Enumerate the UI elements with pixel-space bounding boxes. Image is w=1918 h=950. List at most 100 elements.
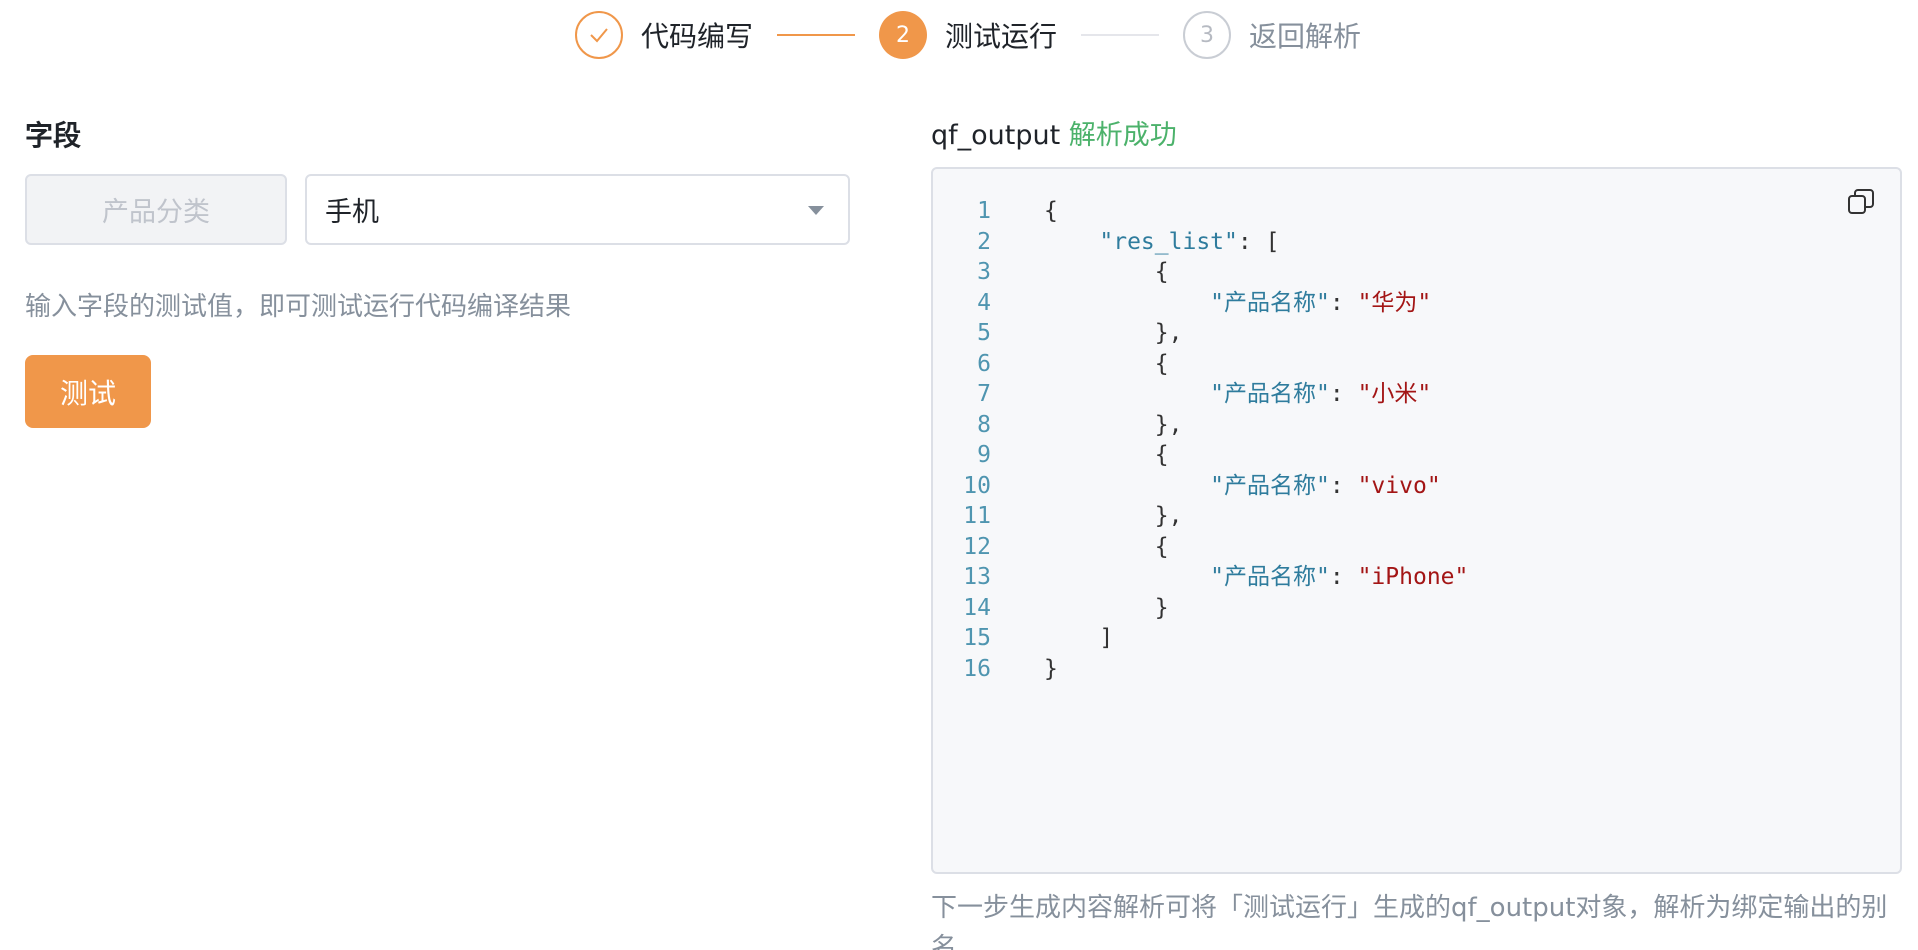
code-token: : [ (1237, 228, 1280, 255)
step-3-label: 返回解析 (1249, 20, 1362, 53)
code-token: { (1044, 198, 1058, 224)
step-3-circle: 3 (1183, 11, 1232, 59)
fields-title: 字段 (25, 119, 82, 152)
code-line: 4 "产品名称": "华为" (933, 288, 1468, 319)
output-name: qf_output (931, 120, 1061, 151)
code-line: 1{ (933, 196, 1468, 227)
code-token: ] (1044, 625, 1114, 651)
code-viewer[interactable]: 1{2 "res_list": [3 {4 "产品名称": "华为" 5 }, 6 … (931, 167, 1902, 874)
code-line: 5 }, (933, 318, 1468, 349)
code-line: 8 }, (933, 410, 1468, 441)
code-line: 15 ] (933, 623, 1468, 654)
output-status: 解析成功 (1068, 120, 1177, 151)
line-number: 12 (963, 533, 991, 560)
code-line: 6 { (933, 349, 1468, 380)
code-line: 7 "产品名称": "小米" (933, 379, 1468, 410)
line-number: 15 (963, 625, 991, 651)
code-line: 3 { (933, 257, 1468, 288)
step-test-run[interactable]: 2 测试运行 (879, 11, 1057, 59)
field-value-selected: 手机 (325, 197, 379, 228)
line-number: 10 (963, 472, 991, 499)
stepper: 代码编写 2 测试运行 3 返回解析 (575, 10, 1361, 60)
line-number: 8 (977, 411, 991, 438)
line-code: "产品名称": "小米" (991, 379, 1431, 410)
code-token: }, (1044, 503, 1183, 529)
code-line: 9 { (933, 440, 1468, 471)
line-code: { (991, 257, 1169, 288)
code-token: } (1044, 655, 1058, 682)
code-token: { (1044, 350, 1169, 377)
code-token: "产品名称" (1210, 564, 1330, 590)
output-footnote: 下一步生成内容解析可将「测试运行」生成的qf_output对象，解析为绑定输出的… (931, 893, 1888, 950)
step-code-writing[interactable]: 代码编写 (575, 11, 753, 59)
line-code: }, (991, 410, 1183, 441)
step-1-circle (575, 11, 623, 59)
line-code: { (991, 196, 1058, 227)
field-hint: 输入字段的测试值，即可测试运行代码编译结果 (25, 292, 572, 322)
line-code: { (991, 349, 1169, 380)
code-token: : (1329, 381, 1358, 407)
line-code: { (991, 440, 1169, 471)
line-number: 14 (963, 594, 991, 621)
line-code: ] (991, 623, 1113, 654)
code-line: 11 }, (933, 501, 1468, 532)
step-2-circle: 2 (879, 11, 928, 59)
code-token: } (1044, 594, 1169, 621)
code-token: "产品名称" (1210, 289, 1330, 316)
code-token: "vivo" (1357, 472, 1441, 499)
line-number: 1 (977, 198, 991, 224)
field-key-input: 产品分类 (25, 174, 287, 245)
code-token: "小米" (1357, 381, 1432, 407)
code-lines: 1{2 "res_list": [3 {4 "产品名称": "华为" 5 }, 6 … (933, 196, 1468, 684)
line-number: 7 (977, 381, 991, 407)
code-token: : (1329, 472, 1358, 499)
line-code: "产品名称": "vivo" (991, 471, 1441, 502)
code-line: 2 "res_list": [ (933, 227, 1468, 258)
line-code: } (991, 593, 1169, 624)
test-button[interactable]: 测试 (25, 355, 151, 428)
line-number: 16 (963, 655, 991, 682)
line-number: 2 (977, 228, 991, 255)
code-line: 14 } (933, 593, 1468, 624)
step-connector-1 (777, 34, 856, 36)
code-token: { (1044, 259, 1169, 285)
line-number: 11 (963, 503, 991, 529)
code-token: : (1329, 564, 1358, 590)
code-token: "华为" (1357, 289, 1432, 316)
code-token: "产品名称" (1210, 381, 1330, 407)
line-number: 13 (963, 564, 991, 590)
line-number: 3 (977, 259, 991, 285)
code-token: : (1329, 289, 1358, 316)
code-token: }, (1044, 320, 1183, 346)
step-2-label: 测试运行 (945, 20, 1058, 53)
code-line: 12 { (933, 532, 1468, 563)
check-icon (590, 28, 608, 43)
line-number: 9 (977, 442, 991, 468)
code-line: 13 "产品名称": "iPhone" (933, 562, 1468, 593)
code-token: "res_list" (1099, 228, 1238, 255)
line-code: { (991, 532, 1169, 563)
code-token: "产品名称" (1210, 472, 1330, 499)
step-connector-2 (1081, 34, 1160, 36)
code-line: 16} (933, 654, 1468, 685)
field-value-select[interactable]: 手机 (305, 174, 850, 245)
step-1-label: 代码编写 (641, 20, 754, 53)
line-number: 6 (977, 350, 991, 377)
code-token: }, (1044, 411, 1183, 438)
line-code: }, (991, 318, 1183, 349)
output-header: qf_output 解析成功 (931, 113, 1177, 152)
code-line: 10 "产品名称": "vivo" (933, 471, 1468, 502)
line-code: } (991, 654, 1058, 685)
step-return-parse[interactable]: 3 返回解析 (1183, 11, 1361, 59)
line-code: "res_list": [ (991, 227, 1279, 258)
line-code: "产品名称": "华为" (991, 288, 1431, 319)
code-token: { (1044, 533, 1169, 560)
line-code: }, (991, 501, 1183, 532)
copy-icon[interactable] (1846, 187, 1876, 217)
line-number: 5 (977, 320, 991, 346)
